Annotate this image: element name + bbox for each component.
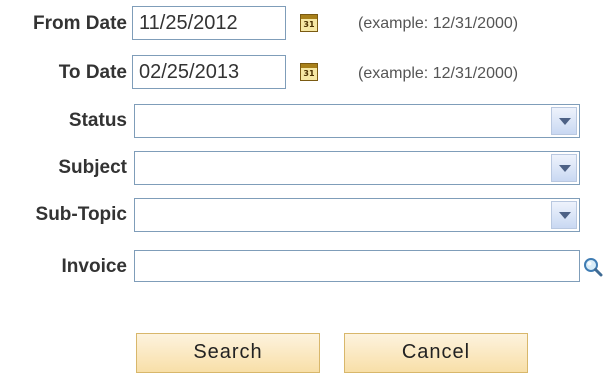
magnifier-lookup-icon[interactable]: [583, 257, 603, 277]
calendar-icon[interactable]: 31: [300, 63, 318, 81]
to-date-example: (example: 12/31/2000): [358, 65, 519, 82]
from-date-input[interactable]: 11/25/2012: [132, 6, 286, 40]
status-label: Status: [68, 110, 127, 131]
calendar-icon-text: 31: [303, 20, 315, 29]
chevron-down-icon[interactable]: [551, 107, 577, 135]
to-date-label: To Date: [58, 62, 127, 83]
subject-select[interactable]: [134, 151, 580, 185]
chevron-down-icon[interactable]: [551, 201, 577, 229]
sub-topic-select[interactable]: [134, 198, 580, 232]
search-button[interactable]: Search: [136, 333, 320, 373]
sub-topic-label: Sub-Topic: [35, 204, 127, 225]
to-date-input[interactable]: 02/25/2013: [132, 55, 286, 89]
chevron-down-icon[interactable]: [551, 154, 577, 182]
calendar-icon-text: 31: [303, 69, 315, 78]
calendar-icon[interactable]: 31: [300, 14, 318, 32]
subject-label: Subject: [58, 157, 127, 178]
cancel-button[interactable]: Cancel: [344, 333, 528, 373]
from-date-example: (example: 12/31/2000): [358, 15, 519, 32]
from-date-label: From Date: [33, 13, 127, 34]
status-select[interactable]: [134, 104, 580, 138]
invoice-input[interactable]: [134, 250, 580, 282]
invoice-label: Invoice: [61, 256, 127, 277]
